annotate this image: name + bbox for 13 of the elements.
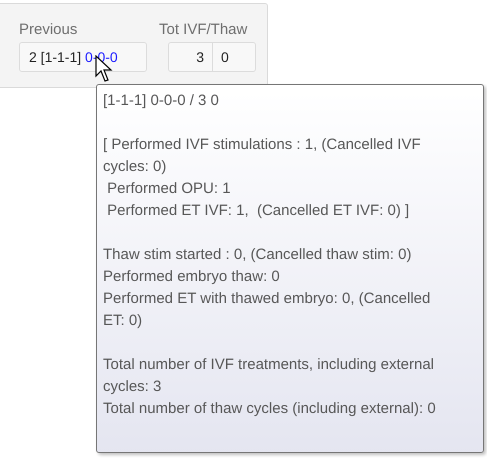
total-cell: 0: [212, 43, 255, 71]
tooltip-line: Total number of IVF treatments, including external cycles: 3: [103, 355, 435, 397]
tooltip-line: Performed OPU: 1: [106, 179, 232, 199]
tooltip-line: Performed ET IVF: 1, (Cancelled ET IVF: 0) ]: [106, 201, 410, 221]
previous-label: Previous: [19, 21, 78, 38]
tooltip-line: Thaw stim started : 0, (Cancelled thaw stim: 0): [103, 245, 412, 265]
total-cell-text: 3: [195, 48, 205, 67]
tooltip-line: Performed embryo thaw: 0: [103, 267, 281, 287]
tooltip-line: [ Performed IVF stimulations : 1, (Cancelled IVF cycles: 0): [103, 135, 422, 177]
tooltip-line: [1-1-1] 0-0-0 / 3 0: [103, 91, 220, 111]
tooltip-line: Total number of thaw cycles (including external): 0: [103, 399, 437, 419]
totals-label: Tot IVF/Thaw: [159, 21, 248, 38]
tooltip-line: Performed ET with thawed embryo: 0, (Cancelled ET: 0): [103, 289, 432, 331]
